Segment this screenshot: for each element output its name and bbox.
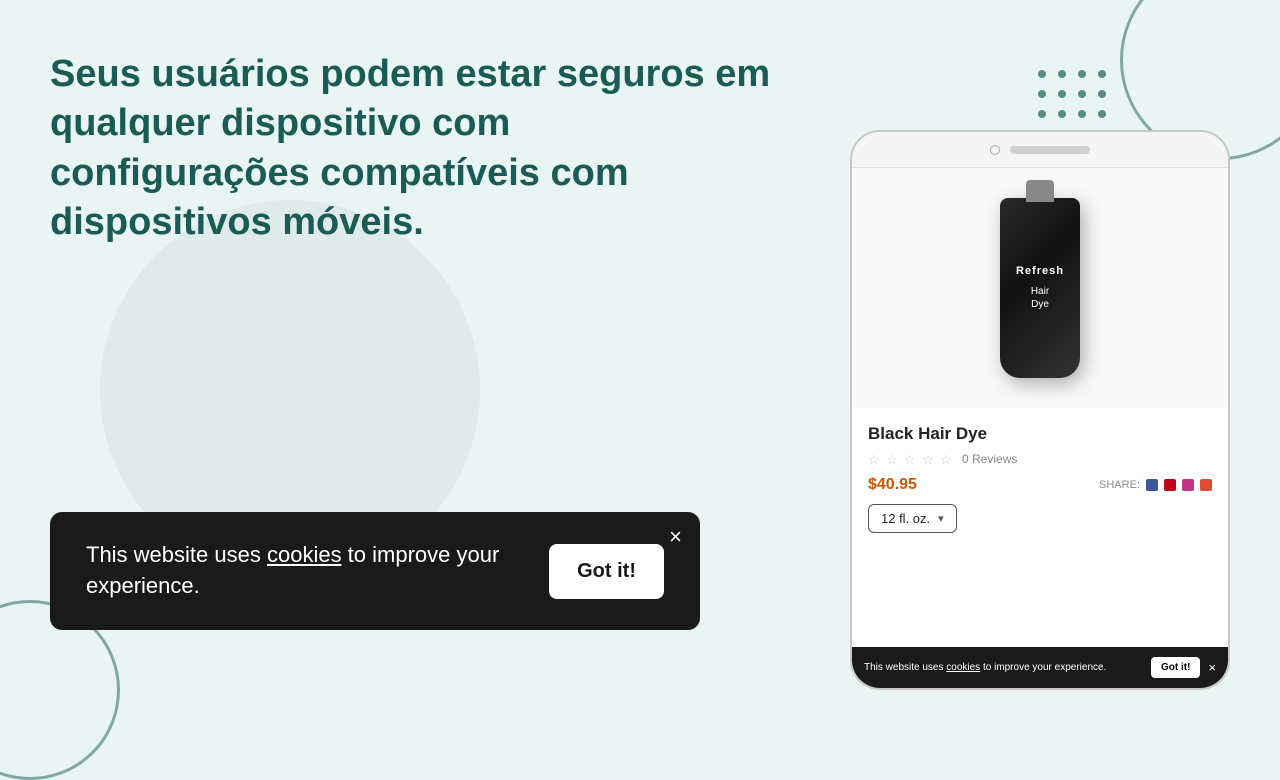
- product-image-area: Refresh HairDye: [852, 168, 1228, 408]
- mini-got-it-button[interactable]: Got it!: [1151, 657, 1200, 678]
- phone-content: Refresh HairDye Black Hair Dye ☆ ☆ ☆ ☆ ☆…: [852, 168, 1228, 688]
- star-2: ☆: [886, 452, 900, 466]
- tube-brand-label: Refresh: [1016, 265, 1064, 277]
- star-3: ☆: [904, 452, 918, 466]
- share-row: SHARE:: [1099, 479, 1212, 491]
- product-price-row: $40.95 SHARE:: [868, 476, 1212, 494]
- product-price: $40.95: [868, 476, 917, 494]
- dot: [1058, 70, 1066, 78]
- size-option-label: 12 fl. oz.: [881, 511, 930, 526]
- dot: [1058, 90, 1066, 98]
- phone-top-bar: [852, 132, 1228, 168]
- cookie-text-before: This website uses: [86, 542, 267, 567]
- facebook-icon[interactable]: [1146, 479, 1158, 491]
- mini-cookie-banner: This website uses cookies to improve you…: [852, 647, 1228, 688]
- tube-product-name: HairDye: [1031, 285, 1049, 311]
- cookie-close-button[interactable]: ×: [669, 526, 682, 548]
- chevron-down-icon: ▾: [938, 512, 944, 525]
- cookie-link[interactable]: cookies: [267, 542, 342, 567]
- mini-cookie-close-button[interactable]: ×: [1208, 660, 1216, 675]
- dot: [1038, 70, 1046, 78]
- dot: [1078, 110, 1086, 118]
- dot: [1038, 90, 1046, 98]
- product-title: Black Hair Dye: [868, 424, 1212, 444]
- review-count: 0 Reviews: [962, 452, 1017, 466]
- phone-camera: [990, 145, 1000, 155]
- dot: [1098, 70, 1106, 78]
- mini-cookie-link[interactable]: cookies: [946, 662, 980, 673]
- share-label: SHARE:: [1099, 479, 1140, 491]
- phone-speaker: [1010, 146, 1090, 154]
- dot: [1098, 90, 1106, 98]
- product-tube-image: Refresh HairDye: [1000, 198, 1080, 378]
- cookie-banner-text: This website uses cookies to improve you…: [86, 540, 529, 602]
- phone-mockup: Refresh HairDye Black Hair Dye ☆ ☆ ☆ ☆ ☆…: [850, 130, 1230, 690]
- cookie-banner: This website uses cookies to improve you…: [50, 512, 700, 630]
- star-1: ☆: [868, 452, 882, 466]
- mini-cookie-text: This website uses cookies to improve you…: [864, 661, 1143, 675]
- product-stars: ☆ ☆ ☆ ☆ ☆ 0 Reviews: [868, 452, 1212, 466]
- google-plus-icon[interactable]: [1200, 479, 1212, 491]
- star-4: ☆: [922, 452, 936, 466]
- mini-cookie-text-after: to improve your experience.: [980, 662, 1106, 673]
- cookie-got-it-button[interactable]: Got it!: [549, 544, 664, 599]
- product-info: Black Hair Dye ☆ ☆ ☆ ☆ ☆ 0 Reviews $40.9…: [852, 408, 1228, 549]
- page-headline: Seus usuários podem estar seguros em qua…: [50, 50, 780, 248]
- mini-cookie-text-before: This website uses: [864, 662, 946, 673]
- size-selector[interactable]: 12 fl. oz. ▾: [868, 504, 957, 533]
- dot: [1078, 90, 1086, 98]
- dot: [1078, 70, 1086, 78]
- pinterest-icon[interactable]: [1164, 479, 1176, 491]
- dot: [1098, 110, 1106, 118]
- dot: [1058, 110, 1066, 118]
- instagram-icon[interactable]: [1182, 479, 1194, 491]
- dot: [1038, 110, 1046, 118]
- star-5: ☆: [940, 452, 954, 466]
- dots-grid: [1038, 70, 1110, 122]
